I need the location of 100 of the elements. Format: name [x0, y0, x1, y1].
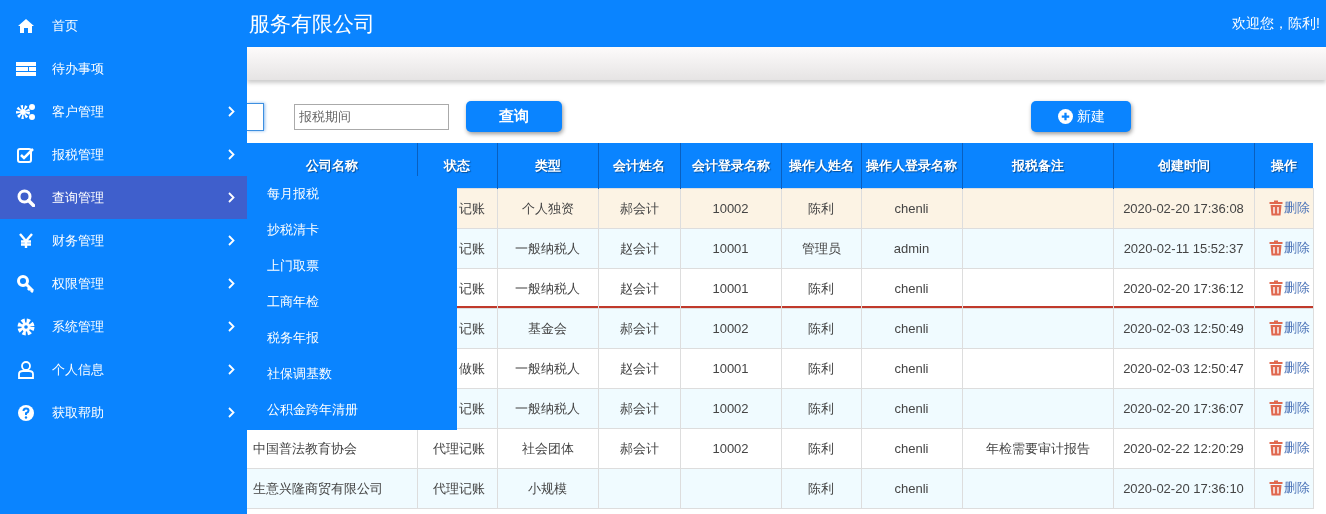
plus-icon	[1057, 109, 1073, 124]
table-cell: 2020-02-20 17:36:10	[1123, 481, 1244, 496]
submenu-item[interactable]: 公积金跨年清册	[247, 392, 457, 428]
table-cell: chenli	[894, 201, 929, 216]
table-cell: 记账	[458, 280, 485, 296]
key-icon	[17, 274, 35, 293]
table-cell: 社会团体	[521, 440, 574, 456]
table-cell: 10002	[712, 401, 749, 416]
table-cell: 小规模	[528, 480, 567, 496]
sidebar-item[interactable]: 待办事项	[0, 47, 247, 90]
table-cell: 郝会计	[619, 320, 659, 336]
sidebar-item[interactable]: 个人信息	[0, 348, 247, 391]
trash-icon	[1268, 439, 1283, 456]
trash-icon	[1268, 279, 1283, 296]
user-icon	[18, 360, 34, 379]
input-field[interactable]	[247, 102, 264, 131]
table-cell: 一般纳税人	[515, 280, 580, 296]
period-field[interactable]: 报税期间	[294, 103, 449, 130]
sidebar-item[interactable]: 获取帮助	[0, 391, 247, 434]
column-header: 会计姓名	[598, 143, 680, 189]
table-cell: 管理员	[801, 240, 841, 256]
table-cell: 代理记账	[432, 440, 485, 456]
submenu-item[interactable]: 税务年报	[247, 320, 457, 356]
table-cell: 一般纳税人	[515, 400, 580, 416]
table-cell: 记账	[458, 240, 485, 256]
table-cell: 2020-02-03 12:50:49	[1123, 321, 1244, 336]
table-cell: 年检需要审计报告	[985, 440, 1090, 456]
app-title: 服务有限公司	[248, 10, 375, 37]
sidebar-item[interactable]: 查询管理	[0, 176, 247, 219]
table-cell: 陈利	[808, 360, 834, 376]
trash-icon	[1268, 479, 1283, 496]
table-cell: chenli	[894, 401, 929, 416]
trash-icon	[1268, 399, 1283, 416]
table-cell: 赵会计	[619, 360, 659, 376]
new-button[interactable]: 新建	[1031, 101, 1131, 132]
table-cell: 做账	[458, 360, 485, 376]
sidebar-item[interactable]: 权限管理	[0, 262, 247, 305]
trash-icon	[1268, 239, 1283, 256]
table-cell: 记账	[458, 200, 485, 216]
table-cell: 2020-02-20 17:36:07	[1123, 401, 1244, 416]
table-cell: 陈利	[808, 280, 834, 296]
chevron-icon	[228, 106, 235, 117]
table-cell: 陈利	[808, 200, 834, 216]
table-cell: 代理记账	[432, 480, 485, 496]
table-cell: 郝会计	[619, 400, 659, 416]
sidebar-item[interactable]: 报税管理	[0, 133, 247, 176]
list-icon	[16, 60, 36, 77]
table-cell: chenli	[894, 481, 929, 496]
table-cell: 陈利	[808, 480, 834, 496]
table-cell: 2020-02-22 12:20:29	[1123, 441, 1244, 456]
yen-icon	[19, 232, 33, 249]
table-cell: 10002	[712, 321, 749, 336]
submenu-item[interactable]: 社保调基数	[247, 356, 457, 392]
table-cell: 陈利	[808, 320, 834, 336]
chevron-icon	[228, 407, 235, 418]
chevron-icon	[228, 192, 235, 203]
table-cell: 个人独资	[521, 200, 574, 216]
table-cell: 中国普法教育协会	[253, 440, 357, 456]
submenu-item[interactable]: 抄税清卡	[247, 212, 457, 248]
table-cell: chenli	[894, 281, 929, 296]
table-cell: 郝会计	[619, 200, 659, 216]
chevron-icon	[228, 278, 235, 289]
table-cell: 2020-02-03 12:50:47	[1123, 361, 1244, 376]
table-cell: 陈利	[808, 440, 834, 456]
table-cell: 赵会计	[619, 280, 659, 296]
submenu-item[interactable]: 上门取票	[247, 248, 457, 284]
chevron-icon	[228, 235, 235, 246]
table-cell: 10001	[712, 241, 749, 256]
table-cell: 10001	[712, 361, 749, 376]
table-cell: chenli	[894, 441, 929, 456]
column-header: 类型	[497, 143, 598, 189]
sidebar-item[interactable]: 财务管理	[0, 219, 247, 262]
search-icon	[17, 188, 35, 207]
welcome-text: 欢迎您，陈利!	[1232, 14, 1321, 33]
column-header: 会计登录名称	[680, 143, 781, 189]
sidebar-item[interactable]: 系统管理	[0, 305, 247, 348]
table-cell: 10001	[712, 281, 749, 296]
table-cell: 2020-02-11 15:52:37	[1123, 241, 1244, 256]
home-icon	[17, 17, 35, 34]
sidebar-item[interactable]: 首页	[0, 4, 247, 47]
help-icon	[17, 403, 35, 422]
table-cell: 记账	[458, 400, 485, 416]
submenu-item[interactable]: 工商年检	[247, 284, 457, 320]
column-header: 报税备注	[962, 143, 1113, 189]
trash-icon	[1268, 199, 1283, 216]
table-cell: 基金会	[528, 320, 567, 336]
table-cell: 10002	[712, 441, 749, 456]
chevron-icon	[228, 149, 235, 160]
column-header: 操作人登录名称	[861, 143, 962, 189]
table-cell: chenli	[894, 321, 929, 336]
trash-icon	[1268, 359, 1283, 376]
column-header: 操作	[1254, 143, 1313, 189]
chevron-icon	[228, 321, 235, 332]
chevron-icon	[228, 364, 235, 375]
table-cell: chenli	[894, 361, 929, 376]
search-button[interactable]: 查询	[466, 101, 562, 132]
table-cell: 记账	[458, 320, 485, 336]
table-cell: 郝会计	[619, 440, 659, 456]
sidebar-item[interactable]: 客户管理	[0, 90, 247, 133]
table-cell: 2020-02-20 17:36:12	[1123, 281, 1244, 296]
